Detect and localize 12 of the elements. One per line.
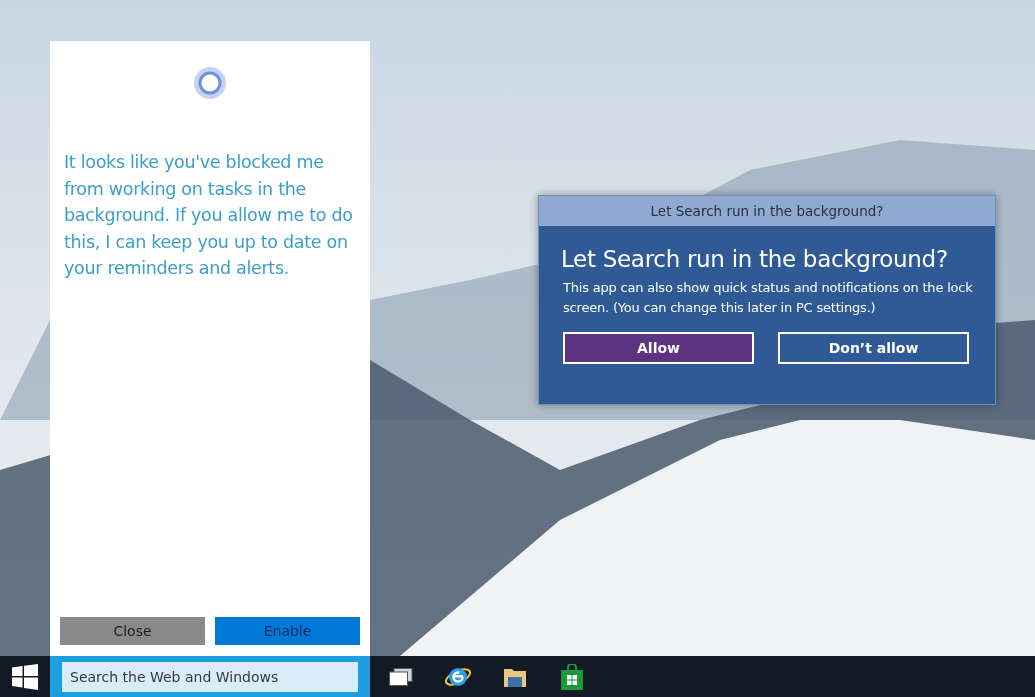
close-button[interactable]: Close (60, 617, 205, 645)
dialog-message: This app can also show quick status and notifications on the lock screen. (You can change this later in PC settings.) (563, 279, 973, 317)
cortana-message: It looks like you've blocked me from working on tasks in the background. If you allow me to do this, I can keep you up to date on your reminders and alerts. (64, 151, 354, 280)
windows-stack-icon (388, 667, 413, 686)
allow-button[interactable]: Allow (563, 332, 754, 364)
search-field[interactable]: Search the Web and Windows (62, 661, 358, 692)
windows-logo-icon (12, 663, 38, 690)
shopping-bag-icon (559, 663, 584, 690)
cortana-ring-icon (192, 65, 228, 101)
deny-button[interactable]: Don’t allow (778, 332, 969, 364)
dialog-title: Let Search run in the background? (539, 196, 995, 226)
dialog-heading: Let Search run in the background? (561, 246, 949, 272)
